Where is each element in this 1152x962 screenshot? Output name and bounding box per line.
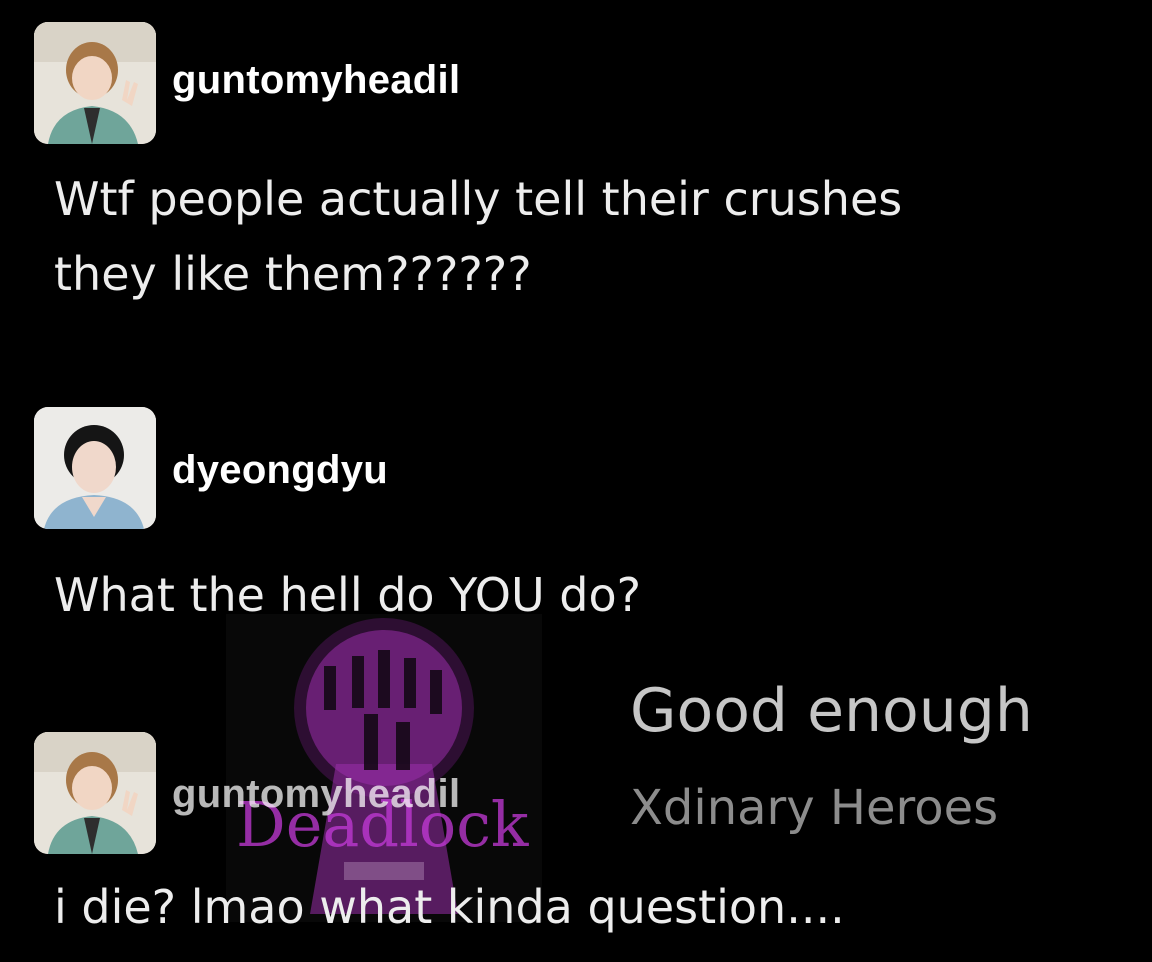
- username[interactable]: guntomyheadil: [172, 58, 460, 103]
- post-text: i die? lmao what kinda question....: [54, 870, 845, 945]
- person-peace-sign-avatar-icon: [34, 22, 156, 144]
- post-text-line: they like them??????: [54, 247, 532, 301]
- post-text: Wtf people actually tell their crushes t…: [54, 162, 902, 312]
- post-text-line: i die? lmao what kinda question....: [54, 880, 845, 934]
- post-text-line: Wtf people actually tell their crushes: [54, 172, 903, 226]
- username[interactable]: dyeongdyu: [172, 448, 388, 493]
- avatar[interactable]: [34, 407, 156, 529]
- song-artist: Xdinary Heroes: [630, 780, 999, 836]
- person-peace-sign-avatar-icon: [34, 732, 156, 854]
- username[interactable]: guntomyheadil: [172, 772, 460, 817]
- person-portrait-avatar-icon: [34, 407, 156, 529]
- song-title: Good enough: [630, 676, 1033, 746]
- avatar[interactable]: [34, 732, 156, 854]
- avatar[interactable]: [34, 22, 156, 144]
